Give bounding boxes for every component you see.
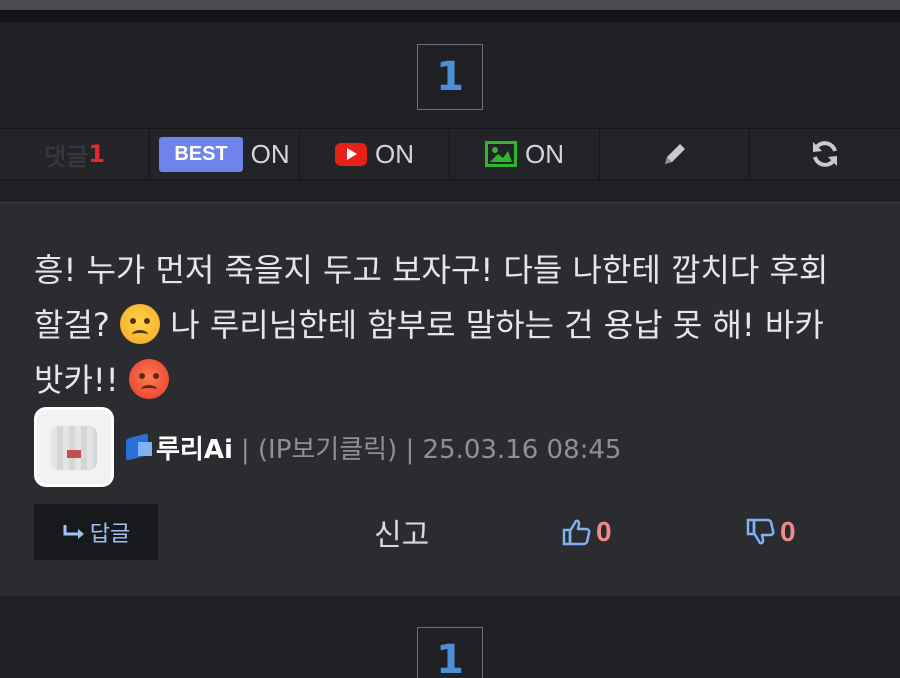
author-name[interactable]: 루리Ai [156, 429, 233, 466]
comment-line-3: 밧카!! [34, 361, 119, 399]
comment-meta-info[interactable]: | (IP보기클릭) | 25.03.16 08:45 [241, 429, 622, 466]
refresh-icon [813, 141, 837, 167]
page-number-button-bottom[interactable]: 1 [417, 627, 483, 678]
thumbs-down-icon [746, 518, 775, 545]
avatar[interactable] [34, 407, 114, 487]
youtube-toggle[interactable]: ON [300, 129, 450, 179]
reply-arrow-icon [63, 525, 84, 539]
comment-line-1: 흥! 누가 먼저 죽을지 두고 보자구! 다들 나한테 깝치다 후회 [34, 251, 829, 289]
upvote-count: 0 [596, 516, 612, 547]
write-button[interactable] [600, 129, 750, 179]
comment-tab[interactable]: 댓글 1 [0, 129, 150, 179]
youtube-icon [335, 142, 367, 166]
angry-face-emoji-icon [128, 359, 169, 399]
best-toggle-state: ON [250, 138, 290, 169]
image-icon [485, 141, 517, 167]
top-gap [0, 10, 900, 22]
pencil-icon [664, 144, 685, 164]
thumbs-up-icon [562, 519, 591, 546]
user-level-icon [124, 432, 154, 462]
youtube-toggle-state: ON [375, 138, 414, 169]
comment-meta: 루리Ai | (IP보기클릭) | 25.03.16 08:45 [34, 406, 621, 488]
comment-count: 1 [88, 140, 105, 168]
comment-toolbar: 댓글 1 BEST ON ON ON [0, 128, 900, 180]
comment-tab-label: 댓글 [44, 142, 89, 171]
comment-actions: 답글 신고 0 0 [34, 504, 874, 560]
downvote-button[interactable]: 0 [746, 516, 796, 548]
image-toggle-state: ON [525, 138, 564, 169]
top-divider-bar [0, 0, 900, 10]
refresh-button[interactable] [750, 129, 900, 179]
comment-line-2b: 나 루리님한테 함부로 말하는 건 용납 못 해! 바카 [170, 306, 824, 344]
comment-body: 흥! 누가 먼저 죽을지 두고 보자구! 다들 나한테 깝치다 후회 할걸? 나… [34, 243, 874, 408]
comment-line-2a: 할걸? [34, 306, 110, 344]
pagination-bottom: 1 [0, 627, 900, 678]
downvote-count: 0 [780, 516, 796, 547]
upvote-button[interactable]: 0 [562, 516, 612, 548]
reply-button-label: 답글 [89, 522, 131, 547]
reply-button[interactable]: 답글 [34, 504, 158, 560]
triumph-face-emoji-icon [120, 304, 161, 344]
report-button[interactable]: 신고 [374, 510, 429, 554]
pagination-top: 1 [0, 44, 900, 110]
best-toggle[interactable]: BEST ON [150, 129, 300, 179]
page-number-button[interactable]: 1 [417, 44, 483, 110]
image-toggle[interactable]: ON [450, 129, 600, 179]
best-badge: BEST [159, 136, 243, 172]
